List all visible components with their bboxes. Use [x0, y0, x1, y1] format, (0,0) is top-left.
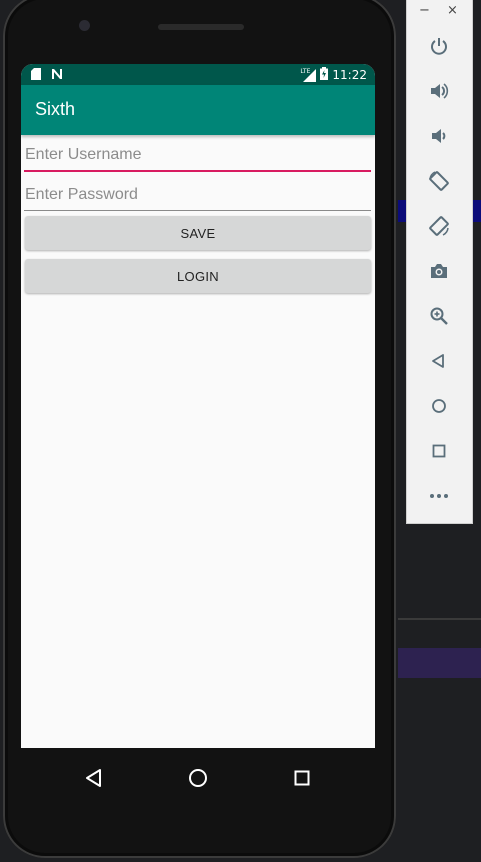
- power-icon[interactable]: [423, 30, 455, 62]
- zoom-icon[interactable]: [423, 300, 455, 332]
- phone-frame: LTE 11:22 Sixth SAVE LOGIN: [3, 0, 396, 858]
- battery-icon: [320, 67, 329, 83]
- earpiece: [158, 24, 244, 30]
- clock-time: 11:22: [332, 68, 367, 82]
- volume-up-icon[interactable]: [423, 75, 455, 107]
- password-field[interactable]: [24, 180, 371, 211]
- rotate-left-icon[interactable]: [423, 165, 455, 197]
- username-field[interactable]: [24, 140, 371, 172]
- status-bar: LTE 11:22: [21, 64, 375, 85]
- home-icon[interactable]: [184, 764, 212, 792]
- more-icon[interactable]: [423, 480, 455, 512]
- close-button[interactable]: ×: [447, 3, 458, 18]
- device-screen: LTE 11:22 Sixth SAVE LOGIN: [21, 64, 375, 748]
- back-icon[interactable]: [80, 764, 108, 792]
- emulator-control-panel: − ×: [407, 0, 472, 523]
- lte-signal-icon: LTE: [300, 68, 317, 82]
- overview-icon[interactable]: [423, 435, 455, 467]
- app-bar: Sixth: [21, 85, 375, 135]
- background-window-strip: [398, 648, 481, 678]
- back-icon[interactable]: [423, 345, 455, 377]
- panel-title-bar: − ×: [407, 0, 472, 24]
- background-divider: [398, 618, 481, 620]
- save-button-label: SAVE: [180, 225, 216, 241]
- camera-icon[interactable]: [423, 255, 455, 287]
- home-icon[interactable]: [423, 390, 455, 422]
- login-button-label: LOGIN: [177, 268, 219, 284]
- front-camera: [79, 20, 90, 31]
- save-button[interactable]: SAVE: [25, 216, 371, 250]
- recents-icon[interactable]: [288, 764, 316, 792]
- app-title: Sixth: [35, 99, 76, 119]
- volume-down-icon[interactable]: [423, 120, 455, 152]
- n-notification-icon: [51, 68, 63, 83]
- password-input[interactable]: [24, 180, 371, 210]
- sd-card-icon: [31, 68, 41, 83]
- username-input[interactable]: [24, 140, 371, 170]
- rotate-right-icon[interactable]: [423, 210, 455, 242]
- minimize-button[interactable]: −: [419, 3, 430, 18]
- login-button[interactable]: LOGIN: [25, 259, 371, 293]
- navigation-bar: [18, 754, 372, 800]
